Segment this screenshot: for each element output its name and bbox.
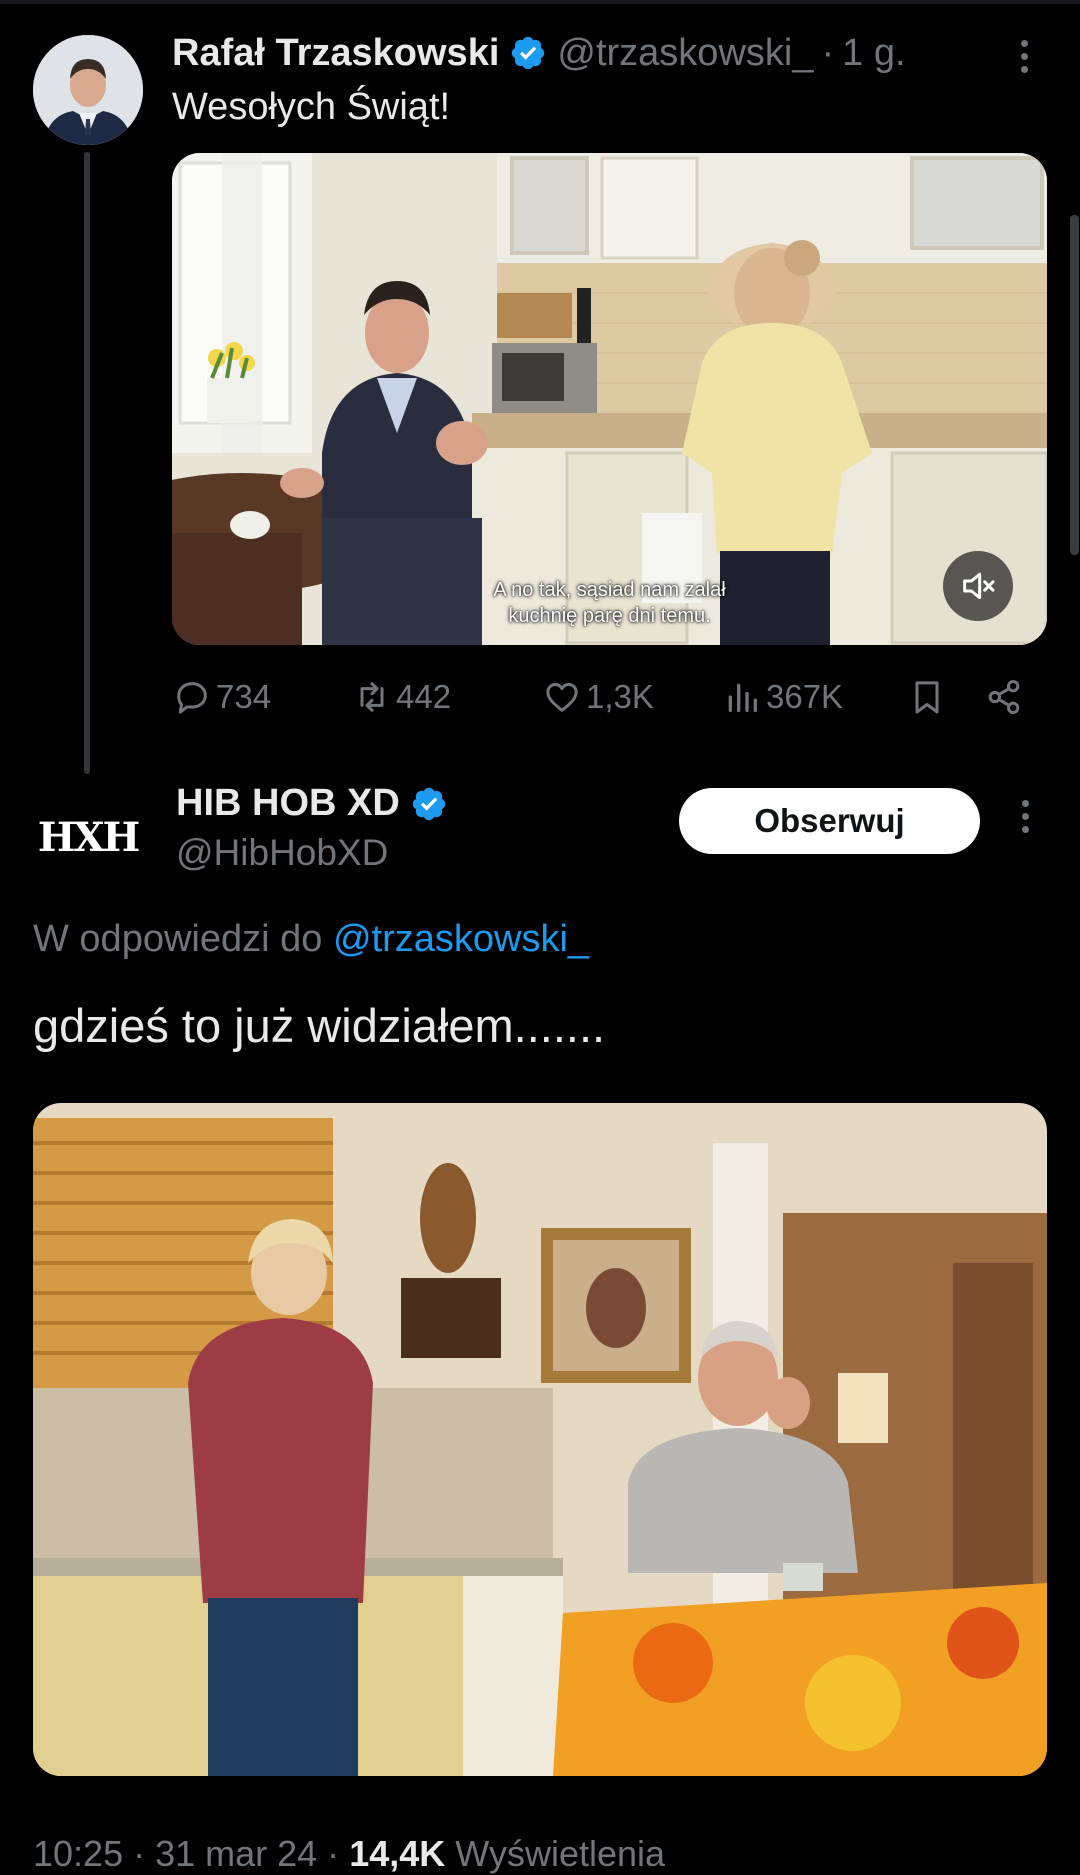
scrollbar[interactable] [1070,215,1079,555]
thread-line [84,152,90,774]
author-name-text[interactable]: HIB HOB XD [176,782,400,825]
top-divider [0,0,1080,4]
meta-views-label: Wyświetlenia [455,1833,666,1874]
avatar[interactable] [33,35,143,145]
bookmark-icon [915,681,939,714]
avatar-photo [33,35,143,145]
video-frame [172,153,1047,645]
avatar[interactable]: HXH [33,782,143,892]
tweet1-text: Wesołych Świąt! [172,86,451,128]
author-handle[interactable]: @trzaskowski_ [557,32,813,75]
repost-count: 442 [396,678,452,715]
reply-mention-link[interactable]: @trzaskowski_ [333,918,589,960]
views-count: 367K [766,678,844,715]
tweet2-image[interactable] [33,1103,1047,1776]
verified-badge-icon [509,34,547,72]
tweet1-video[interactable]: A no tak, sąsiad nam zalał kuchnię parę … [172,153,1047,645]
meta-timestamp[interactable]: 10:25 · 31 mar 24 · [33,1833,339,1874]
views-icon [728,683,757,712]
subtitle-line: kuchnię parę dni temu. [508,605,711,627]
meta-views-count: 14,4K [349,1833,446,1874]
like-icon [546,683,578,712]
repost-icon [360,682,384,712]
reply-prefix: W odpowiedzi do [33,918,323,960]
author-name[interactable]: Rafał Trzaskowski [172,32,499,75]
mute-icon [963,572,995,600]
reply-count: 734 [216,678,272,715]
repost-button[interactable]: 442 [352,672,451,722]
tweet1-header: Rafał Trzaskowski @trzaskowski_ · 1 g. [172,30,906,76]
author-name: HIB HOB XD [176,782,458,825]
separator: · [821,31,835,74]
reply-button[interactable]: 734 [172,672,271,722]
views-button[interactable]: 367K [722,672,843,722]
follow-button[interactable]: Obserwuj [679,788,980,854]
share-button[interactable] [984,672,1028,722]
more-icon[interactable] [1019,40,1029,73]
video-subtitle: A no tak, sąsiad nam zalał kuchnię parę … [172,577,1047,629]
timestamp[interactable]: 1 g. [842,32,905,75]
reply-context: W odpowiedzi do @trzaskowski_ [33,918,589,961]
reply-icon [177,682,207,714]
photo [33,1103,1047,1776]
more-icon[interactable] [1020,800,1030,833]
tweet1-actions: 734 442 1,3K 367K [172,672,1047,722]
author-handle[interactable]: @HibHobXD [176,832,388,874]
mute-button[interactable] [943,551,1013,621]
bookmark-button[interactable] [907,672,951,722]
like-button[interactable]: 1,3K [542,672,654,722]
verified-badge-icon [410,785,448,823]
share-icon [988,680,1020,714]
like-count: 1,3K [586,678,654,715]
avatar-logo: HXH [37,813,141,861]
tweet2-text: gdzieś to już widziałem....... [33,999,606,1052]
subtitle-line: A no tak, sąsiad nam zalał [493,579,726,601]
